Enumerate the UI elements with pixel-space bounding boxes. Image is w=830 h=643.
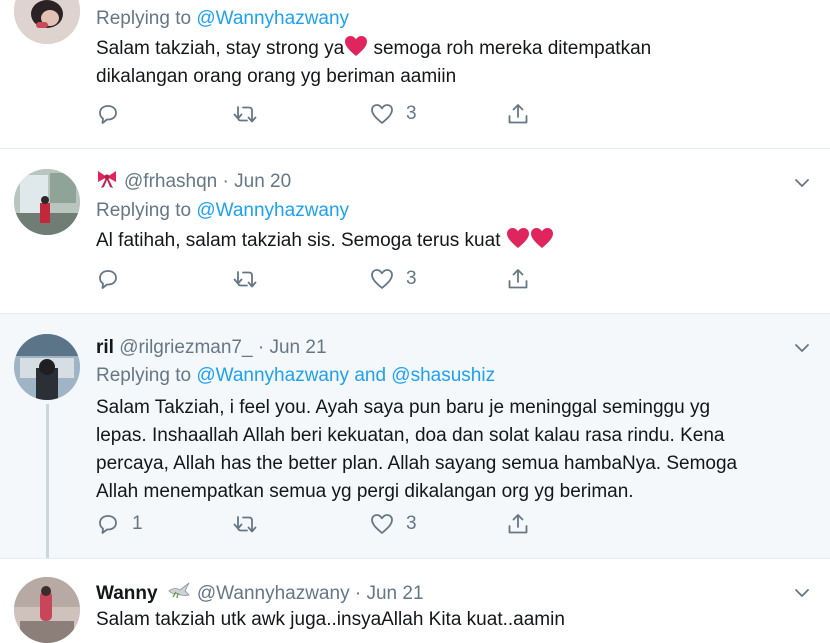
tweet-header: ril @rilgriezman7_ · Jun 21 <box>96 337 327 358</box>
tweet-date[interactable]: Jun 21 <box>269 337 326 358</box>
action-bar: 1 3 <box>96 510 536 538</box>
ribbon-icon <box>98 171 116 188</box>
tweet-4[interactable]: Wanny @Wannyhazwany · Jun 21 Salam takzi… <box>0 559 830 643</box>
share-button[interactable] <box>506 510 530 538</box>
reply-count: 1 <box>132 513 143 534</box>
reply-context: Replying to @Wannyhazwany <box>96 8 350 29</box>
avatar[interactable] <box>14 0 80 44</box>
reply-context: Replying to @Wannyhazwany and @shasushiz <box>96 365 496 386</box>
like-button[interactable]: 3 <box>370 265 417 293</box>
reply-button[interactable] <box>96 265 120 293</box>
reply-context: Replying to @Wannyhazwany <box>96 200 350 221</box>
like-count: 3 <box>406 103 417 124</box>
heart-icon <box>371 104 393 124</box>
retweet-button[interactable] <box>232 510 258 538</box>
heart-emoji-icon <box>530 228 553 248</box>
tweet-header: @frhashqn · Jun 20 <box>96 169 291 194</box>
heart-emoji-icon <box>506 228 529 248</box>
chevron-down-icon[interactable] <box>790 581 814 605</box>
heart-icon <box>371 269 393 289</box>
tweet-header: Wanny @Wannyhazwany · Jun 21 <box>96 579 424 606</box>
retweet-button[interactable] <box>232 100 258 128</box>
reply-button[interactable] <box>96 100 120 128</box>
like-count: 3 <box>406 513 417 534</box>
tweet-text: Al fatihah, salam takziah sis. Semoga te… <box>96 227 811 255</box>
mention-link[interactable]: @Wannyhazwany and @shasushiz <box>196 365 495 386</box>
like-button[interactable]: 3 <box>370 510 417 538</box>
share-icon <box>508 514 528 534</box>
share-button[interactable] <box>506 265 530 293</box>
reply-button[interactable]: 1 <box>96 510 143 538</box>
like-count: 3 <box>406 268 417 289</box>
tweet-text: Salam Takziah, i feel you. Ayah saya pun… <box>96 397 738 502</box>
retweet-icon <box>233 106 257 123</box>
share-icon <box>508 104 528 124</box>
chevron-down-icon[interactable] <box>790 171 814 195</box>
thread-line <box>46 404 49 558</box>
heart-icon <box>371 514 393 534</box>
avatar[interactable] <box>14 169 80 235</box>
reply-icon <box>99 105 117 124</box>
user-name[interactable]: Wanny <box>96 583 158 604</box>
retweet-icon <box>233 271 257 288</box>
tweet-1[interactable]: Replying to @Wannyhazwany Salam takziah,… <box>0 0 830 148</box>
tweet-text: Salam takziah, stay strong ya semoga roh… <box>96 35 811 91</box>
tweet-date[interactable]: Jun 21 <box>366 583 423 604</box>
dove-icon <box>168 582 190 599</box>
user-handle[interactable]: @frhashqn <box>124 171 217 192</box>
tweet-2[interactable]: @frhashqn · Jun 20 Replying to @Wannyhaz… <box>0 149 830 313</box>
user-handle[interactable]: @Wannyhazwany <box>197 583 350 604</box>
tweet-3[interactable]: ril @rilgriezman7_ · Jun 21 Replying to … <box>0 314 830 558</box>
share-button[interactable] <box>506 100 530 128</box>
reply-icon <box>99 270 117 289</box>
tweet-date[interactable]: Jun 20 <box>234 171 291 192</box>
avatar[interactable] <box>14 334 80 400</box>
chevron-down-icon[interactable] <box>790 336 814 360</box>
like-button[interactable]: 3 <box>370 100 417 128</box>
mention-link[interactable]: @Wannyhazwany <box>196 200 349 221</box>
avatar[interactable] <box>14 577 80 643</box>
user-handle[interactable]: @rilgriezman7_ <box>119 337 252 358</box>
tweet-text: Salam takziah utk awk juga..insyaAllah K… <box>96 609 565 630</box>
share-icon <box>508 269 528 289</box>
user-name[interactable]: ril <box>96 337 114 358</box>
action-bar: 3 <box>96 265 536 293</box>
mention-link[interactable]: @Wannyhazwany <box>196 8 349 29</box>
retweet-icon <box>233 516 257 533</box>
retweet-button[interactable] <box>232 265 258 293</box>
reply-icon <box>99 515 117 534</box>
action-bar: 3 <box>96 100 536 128</box>
heart-emoji-icon <box>345 36 368 56</box>
